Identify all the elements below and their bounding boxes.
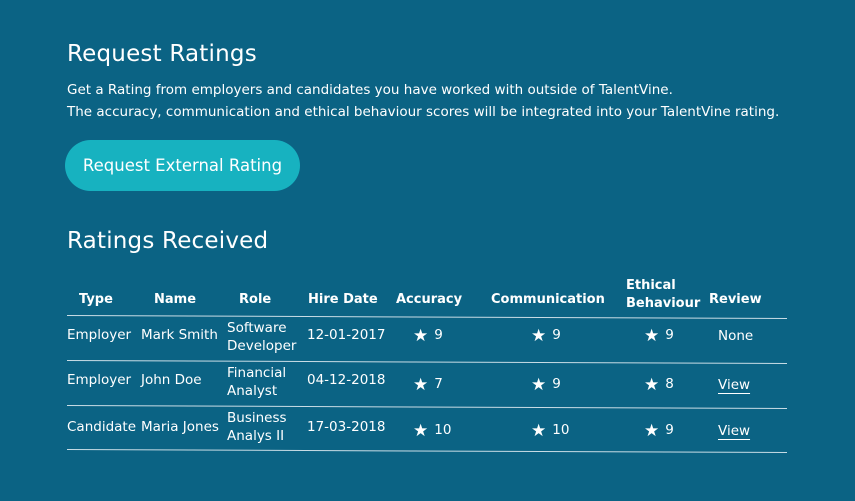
cell-review: None bbox=[718, 328, 754, 344]
view-review-link[interactable]: View bbox=[718, 376, 750, 394]
cell-accuracy: ★ 9 bbox=[413, 326, 443, 345]
star-icon: ★ bbox=[413, 375, 429, 395]
cell-name: Mark Smith bbox=[141, 327, 218, 343]
column-header-ethical-line-2: Behaviour bbox=[626, 296, 701, 311]
row-divider bbox=[66, 360, 787, 365]
cell-role-line-2: Developer bbox=[227, 338, 297, 354]
column-header-accuracy: Accuracy bbox=[396, 292, 463, 307]
column-header-review: Review bbox=[709, 292, 762, 307]
cell-communication: ★ 9 bbox=[531, 326, 561, 345]
cell-role: Business Analys II bbox=[227, 409, 301, 445]
cell-ethical: ★ 9 bbox=[644, 421, 674, 440]
cell-hire-date: 12-01-2017 bbox=[307, 327, 386, 343]
star-icon: ★ bbox=[413, 326, 429, 346]
ethical-score: 9 bbox=[665, 422, 674, 438]
star-icon: ★ bbox=[644, 326, 660, 346]
column-header-hire-date: Hire Date bbox=[308, 292, 378, 307]
cell-accuracy: ★ 10 bbox=[413, 421, 451, 440]
column-header-type: Type bbox=[79, 292, 113, 307]
cell-communication: ★ 9 bbox=[531, 375, 561, 394]
cell-role-line-1: Business bbox=[227, 410, 287, 426]
cell-hire-date: 04-12-2018 bbox=[307, 372, 386, 388]
column-header-ethical-line-1: Ethical bbox=[626, 278, 676, 293]
star-icon: ★ bbox=[644, 375, 660, 395]
cell-ethical: ★ 8 bbox=[644, 375, 674, 394]
ratings-received-title: Ratings Received bbox=[67, 228, 269, 254]
cell-role-line-1: Software bbox=[227, 320, 287, 336]
cell-role-line-2: Analys II bbox=[227, 428, 285, 444]
cell-ethical: ★ 9 bbox=[644, 326, 674, 345]
communication-score: 9 bbox=[552, 376, 561, 392]
cell-role-line-2: Analyst bbox=[227, 383, 278, 399]
star-icon: ★ bbox=[413, 421, 429, 441]
cell-role: Financial Analyst bbox=[227, 364, 301, 400]
cell-type: Candidate bbox=[67, 419, 137, 435]
ethical-score: 8 bbox=[665, 376, 674, 392]
accuracy-score: 9 bbox=[434, 327, 443, 343]
request-external-rating-button[interactable]: Request External Rating bbox=[65, 140, 300, 191]
column-header-communication: Communication bbox=[491, 292, 605, 307]
star-icon: ★ bbox=[531, 375, 547, 395]
request-description-line-1: Get a Rating from employers and candidat… bbox=[67, 82, 673, 98]
cell-hire-date: 17-03-2018 bbox=[307, 419, 386, 435]
cell-type: Employer bbox=[67, 327, 132, 343]
request-description-line-2: The accuracy, communication and ethical … bbox=[67, 104, 780, 120]
star-icon: ★ bbox=[644, 421, 660, 441]
header-divider bbox=[66, 315, 787, 320]
column-header-name: Name bbox=[154, 292, 197, 307]
cell-role: Software Developer bbox=[227, 319, 301, 355]
cell-name: John Doe bbox=[141, 372, 202, 388]
accuracy-score: 10 bbox=[434, 422, 452, 438]
cell-communication: ★ 10 bbox=[531, 421, 569, 440]
accuracy-score: 7 bbox=[434, 376, 443, 392]
star-icon: ★ bbox=[531, 326, 547, 346]
column-header-ethical-behaviour: Ethical Behaviour bbox=[626, 277, 700, 313]
column-header-role: Role bbox=[239, 292, 272, 307]
request-ratings-title: Request Ratings bbox=[67, 41, 257, 67]
row-divider bbox=[66, 405, 787, 410]
table-bottom-divider bbox=[66, 449, 787, 454]
ethical-score: 9 bbox=[665, 327, 674, 343]
star-icon: ★ bbox=[531, 421, 547, 441]
cell-role-line-1: Financial bbox=[227, 365, 287, 381]
view-review-link[interactable]: View bbox=[718, 422, 750, 440]
cell-accuracy: ★ 7 bbox=[413, 375, 443, 394]
communication-score: 9 bbox=[552, 327, 561, 343]
cell-name: Maria Jones bbox=[141, 419, 219, 435]
cell-type: Employer bbox=[67, 372, 132, 388]
communication-score: 10 bbox=[552, 422, 570, 438]
